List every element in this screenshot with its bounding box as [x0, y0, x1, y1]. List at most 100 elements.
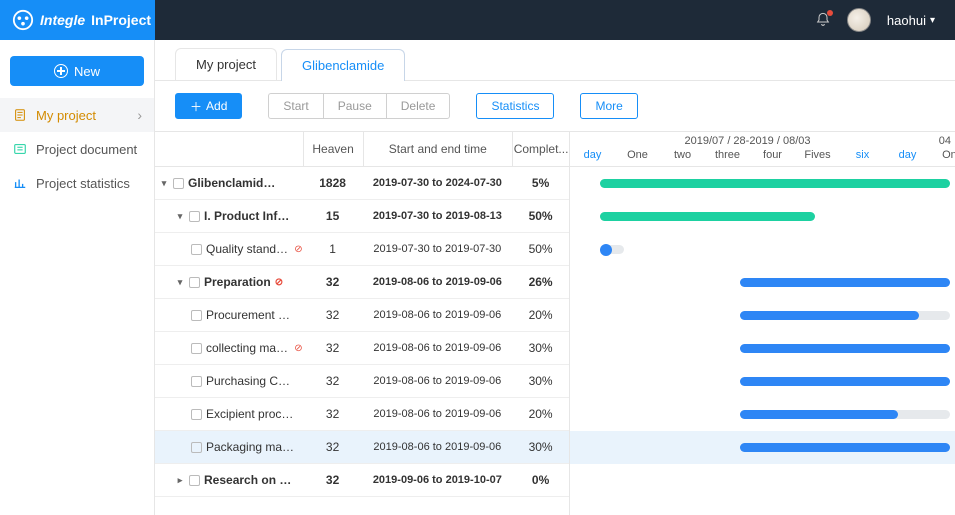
- more-button[interactable]: More: [580, 93, 637, 119]
- table-row[interactable]: ▾Glibenclamide-a hypoglyc...18282019-07-…: [155, 167, 569, 200]
- start-button[interactable]: Start: [268, 93, 322, 119]
- cell-dates: 2019-08-06 to 2019-09-06: [363, 299, 513, 331]
- gantt-bar[interactable]: [600, 212, 815, 221]
- cell-heaven: 32: [303, 431, 363, 463]
- sidebar-item-project-document[interactable]: Project document: [0, 132, 154, 166]
- pause-button[interactable]: Pause: [323, 93, 386, 119]
- chevron-down-icon: ▾: [930, 15, 935, 26]
- cell-dates: 2019-08-06 to 2019-09-06: [363, 398, 513, 430]
- gantt-day-cell: day: [885, 149, 930, 166]
- table-header: Heaven Start and end time Complet...: [155, 131, 569, 167]
- table-row[interactable]: Packaging materials pr... 322019-08-06 to…: [155, 431, 569, 464]
- table-row[interactable]: collecting materials⊘322019-08-06 to 201…: [155, 332, 569, 365]
- row-checkbox[interactable]: [191, 376, 202, 387]
- expand-icon[interactable]: ▾: [175, 211, 185, 221]
- avatar[interactable]: [847, 8, 871, 32]
- brand[interactable]: Integle InProject: [0, 0, 155, 40]
- table-row[interactable]: Quality standard⊘12019-07-30 to 2019-07-…: [155, 233, 569, 266]
- new-button[interactable]: New: [10, 56, 144, 86]
- task-name: Packaging materials pr...: [206, 440, 296, 454]
- cell-dates: 2019-08-06 to 2019-09-06: [363, 365, 513, 397]
- add-button-label: Add: [206, 99, 227, 113]
- row-checkbox[interactable]: [189, 211, 200, 222]
- gantt-day-cell: day: [570, 149, 615, 166]
- gantt-row: [570, 200, 955, 233]
- delete-button[interactable]: Delete: [386, 93, 451, 119]
- toolbar: ＋ Add Start Pause Delete Statistics More: [155, 81, 955, 131]
- cell-dates: 2019-08-06 to 2019-09-06: [363, 431, 513, 463]
- task-name: I. Product Information S...: [204, 209, 294, 223]
- topbar-right: haohui ▾: [815, 8, 955, 32]
- sidebar: New My project › Project document Projec…: [0, 40, 155, 515]
- row-checkbox[interactable]: [189, 475, 200, 486]
- gantt-bar[interactable]: [740, 278, 950, 287]
- cell-heaven: 32: [303, 365, 363, 397]
- gantt-bar[interactable]: [740, 344, 950, 353]
- cell-heaven: 15: [303, 200, 363, 232]
- gantt-row: [570, 398, 955, 431]
- expand-icon[interactable]: ▸: [175, 475, 185, 485]
- folder-icon: [12, 141, 28, 157]
- warning-icon: ⊘: [294, 343, 302, 354]
- table-row[interactable]: Procurement of refere... 322019-08-06 to …: [155, 299, 569, 332]
- cell-heaven: 32: [303, 266, 363, 298]
- task-name: Research on prescriptio...: [204, 473, 294, 487]
- notifications-button[interactable]: [815, 12, 831, 28]
- chart-icon: [12, 175, 28, 191]
- gantt-row: [570, 266, 955, 299]
- table-row[interactable]: ▸Research on prescriptio...322019-09-06 …: [155, 464, 569, 497]
- gantt-day-cell: four: [750, 149, 795, 166]
- row-checkbox[interactable]: [189, 277, 200, 288]
- table-row[interactable]: ▾Preparation⊘322019-08-06 to 2019-09-062…: [155, 266, 569, 299]
- sidebar-item-project-statistics[interactable]: Project statistics: [0, 166, 154, 200]
- row-checkbox[interactable]: [191, 244, 202, 255]
- notification-dot-icon: [827, 10, 833, 16]
- gantt-bar[interactable]: [740, 410, 950, 419]
- row-checkbox[interactable]: [173, 178, 184, 189]
- sidebar-item-my-project[interactable]: My project ›: [0, 98, 154, 132]
- task-name: Preparation: [204, 275, 271, 289]
- tab-my-project[interactable]: My project: [175, 48, 277, 80]
- table-row[interactable]: Excipient procurement...322019-08-06 to …: [155, 398, 569, 431]
- gantt-bar[interactable]: [740, 443, 950, 452]
- gantt-day-cell: One: [930, 149, 955, 166]
- gantt-bar[interactable]: [740, 311, 950, 320]
- row-checkbox[interactable]: [191, 409, 202, 420]
- main: My project Glibenclamide ＋ Add Start Pau…: [155, 40, 955, 515]
- task-name: Purchasing Columns a...: [206, 374, 296, 388]
- brand-name: Integle: [40, 12, 85, 28]
- tab-glibenclamide[interactable]: Glibenclamide: [281, 49, 405, 81]
- cell-dates: 2019-07-30 to 2019-08-13: [363, 200, 513, 232]
- chevron-right-icon: ›: [137, 107, 142, 123]
- warning-icon: ⊘: [294, 244, 302, 255]
- username-menu[interactable]: haohui ▾: [887, 13, 935, 28]
- action-button-group: Start Pause Delete: [268, 93, 450, 119]
- table-row[interactable]: Purchasing Columns a... 322019-08-06 to 2…: [155, 365, 569, 398]
- cell-complete: 50%: [512, 200, 569, 232]
- add-button[interactable]: ＋ Add: [175, 93, 242, 119]
- plus-circle-icon: [54, 64, 68, 78]
- cell-complete: 50%: [512, 233, 569, 265]
- expand-icon[interactable]: ▾: [175, 277, 185, 287]
- table-row[interactable]: ▾ I. Product Information S... 152019-07-30…: [155, 200, 569, 233]
- th-complete: Complet...: [512, 132, 569, 166]
- row-checkbox[interactable]: [191, 310, 202, 321]
- expand-icon[interactable]: ▾: [159, 178, 169, 188]
- brand-product: InProject: [91, 12, 151, 28]
- cell-complete: 26%: [512, 266, 569, 298]
- task-name: Procurement of refere...: [206, 308, 296, 322]
- statistics-button[interactable]: Statistics: [476, 93, 554, 119]
- row-checkbox[interactable]: [191, 343, 202, 354]
- gantt-bar[interactable]: [740, 377, 950, 386]
- gantt-row: [570, 299, 955, 332]
- gantt-row: [570, 431, 955, 464]
- row-checkbox[interactable]: [191, 442, 202, 453]
- topbar: Integle InProject haohui ▾: [0, 0, 955, 40]
- cell-dates: 2019-07-30 to 2019-07-30: [363, 233, 513, 265]
- cell-dates: 2019-09-06 to 2019-10-07: [363, 464, 513, 496]
- cell-heaven: 32: [303, 299, 363, 331]
- gantt-day-cell: Fives: [795, 149, 840, 166]
- gantt-milestone[interactable]: [600, 244, 612, 256]
- gantt-bar[interactable]: [600, 179, 950, 188]
- th-heaven: Heaven: [303, 132, 363, 166]
